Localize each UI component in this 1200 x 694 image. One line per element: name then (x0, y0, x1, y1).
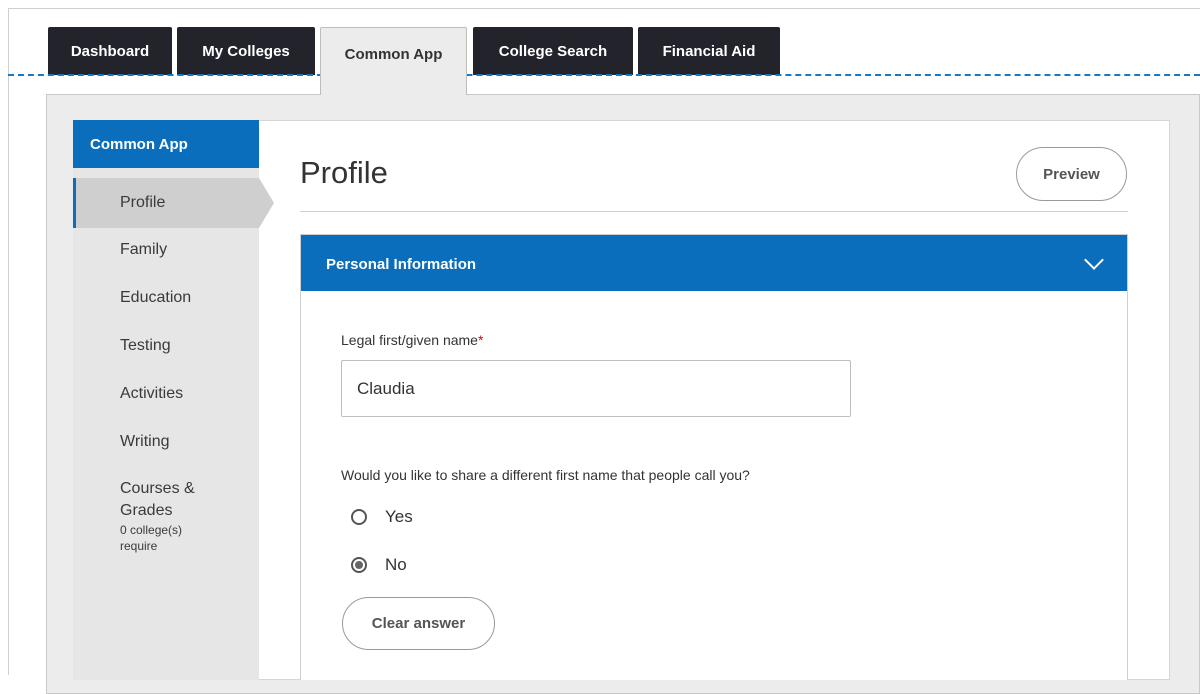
radio-checked-icon[interactable] (351, 557, 367, 573)
preferred-name-question: Would you like to share a different firs… (341, 467, 750, 483)
first-name-label: Legal first/given name* (341, 332, 484, 348)
sidebar-item-profile[interactable]: Profile (73, 178, 259, 228)
tab-college-search[interactable]: College Search (473, 27, 633, 75)
sidebar-item-writing[interactable]: Writing (73, 433, 259, 451)
sidebar-item-label: Writing (120, 433, 170, 450)
required-marker: * (477, 332, 484, 348)
section-title: Personal Information (326, 256, 477, 273)
radio-label-no: No (385, 555, 407, 574)
tab-common-app[interactable]: Common App (320, 27, 467, 95)
college-requirement-note: 0 college(s) (120, 523, 183, 537)
radio-option-yes[interactable]: Yes (351, 507, 413, 527)
sidebar-item-label: Family (120, 241, 168, 258)
sidebar-item-label: Activities (120, 385, 184, 402)
chevron-down-icon[interactable] (1084, 250, 1104, 270)
sidebar-item-label: Courses & (120, 480, 195, 497)
sidebar-item-label: Profile (120, 194, 166, 211)
sidebar-item-activities[interactable]: Activities (73, 385, 259, 403)
window-top-border (8, 8, 1200, 9)
preview-button[interactable]: Preview (1016, 147, 1127, 201)
sidebar-item-label: Testing (120, 337, 171, 354)
sidebar-item-testing[interactable]: Testing (73, 337, 259, 355)
clear-answer-button[interactable]: Clear answer (342, 597, 495, 650)
section-header[interactable]: Personal Information (301, 235, 1127, 291)
window-left-border (8, 8, 9, 675)
sidebar-item-courses-grades[interactable]: Courses & Grades 0 college(s) require (73, 478, 259, 554)
sidebar-item-label-line2: Grades (120, 502, 173, 519)
title-divider (300, 211, 1128, 212)
first-name-input[interactable] (341, 360, 851, 417)
radio-unchecked-icon[interactable] (351, 509, 367, 525)
radio-option-no[interactable]: No (351, 555, 407, 575)
college-requirement-note-line2: require (120, 539, 158, 553)
tab-bar-rule (8, 74, 1200, 76)
active-tab-connector (321, 94, 465, 96)
tab-my-colleges[interactable]: My Colleges (177, 27, 315, 75)
radio-label-yes: Yes (385, 507, 413, 526)
sidebar-header: Common App (73, 120, 259, 168)
sidebar-item-label: Education (120, 289, 192, 306)
tab-financial-aid[interactable]: Financial Aid (638, 27, 780, 75)
sidebar-item-education[interactable]: Education (73, 289, 259, 307)
page-title: Profile (300, 155, 388, 190)
personal-information-section: Personal Information Legal first/given n… (300, 234, 1128, 680)
tab-dashboard[interactable]: Dashboard (48, 27, 172, 75)
sidebar: Common App Profile Family Education Test… (73, 120, 274, 680)
active-item-pointer (259, 178, 274, 228)
sidebar-item-family[interactable]: Family (73, 241, 259, 259)
